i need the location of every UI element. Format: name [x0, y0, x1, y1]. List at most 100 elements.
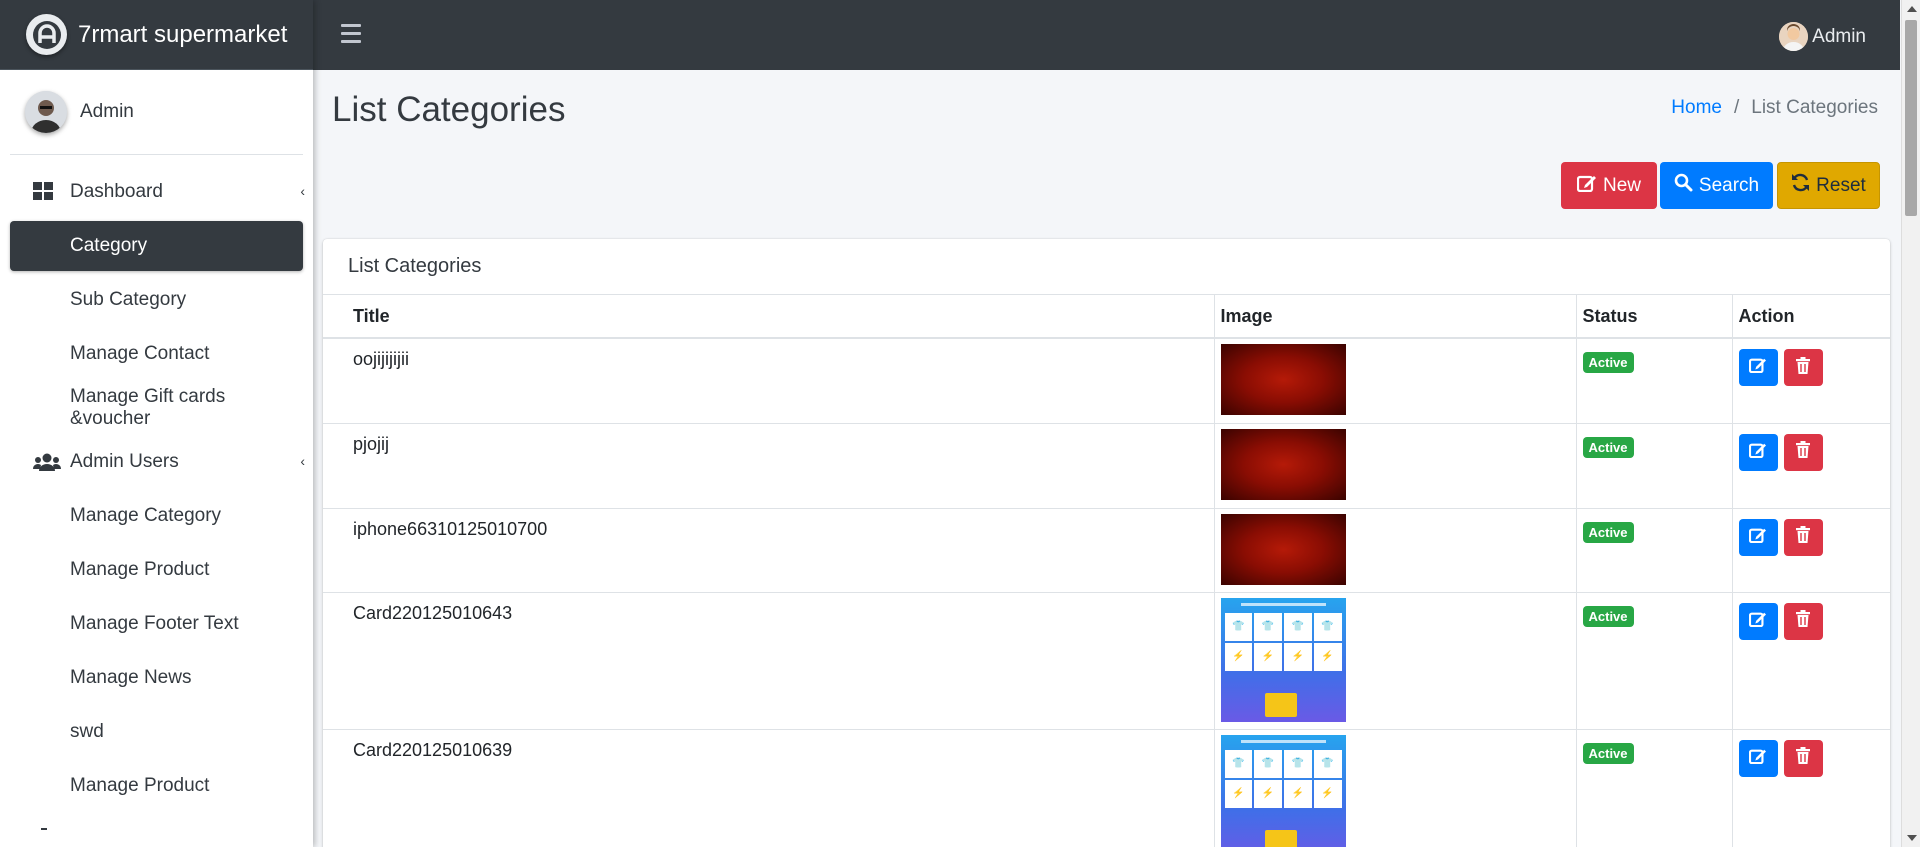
reset-button[interactable]: Reset: [1777, 162, 1880, 209]
status-badge: Active: [1582, 436, 1634, 458]
a-logo-icon: [26, 14, 67, 55]
page-scrollbar[interactable]: [1901, 0, 1920, 847]
trash-icon: [1796, 441, 1810, 463]
categories-table: Title Image Status Action oojijijijii Ac…: [323, 295, 1890, 847]
cell-image: 👕 👕 👕 👕 ⚡ ⚡ ⚡ ⚡: [1213, 728, 1576, 847]
breadcrumb-home-link[interactable]: Home: [1671, 97, 1722, 119]
sidebar-item-manage-footer-text[interactable]: Manage Footer Text: [10, 599, 303, 649]
trash-icon: [1796, 747, 1810, 769]
sidebar-user-name: Admin: [80, 101, 134, 122]
table-row: pjojij Active: [323, 422, 1890, 508]
delete-button[interactable]: [1783, 518, 1823, 556]
new-button[interactable]: New: [1561, 162, 1657, 209]
sidebar-item-label: Dashboard: [70, 181, 163, 202]
status-badge: Active: [1582, 521, 1634, 543]
sidebar-item-label: Manage News: [70, 667, 192, 688]
edit-button[interactable]: [1738, 518, 1778, 556]
categories-card: List Categories Title Image Status Actio…: [323, 239, 1890, 847]
menu-toggle-icon[interactable]: [341, 24, 361, 43]
card-title: List Categories: [323, 239, 1890, 295]
sidebar-item-manage-category[interactable]: Manage Category: [10, 491, 303, 541]
sidebar-item-admin-users[interactable]: Admin Users ‹: [10, 437, 305, 487]
sidebar-item-manage-product-2[interactable]: Manage Product: [10, 761, 303, 811]
reset-button-label: Reset: [1816, 174, 1866, 196]
cell-image: [1213, 507, 1576, 592]
cell-status: Active: [1575, 728, 1732, 847]
column-header-title[interactable]: Title: [323, 295, 1214, 339]
sidebar-item-swd[interactable]: swd: [10, 707, 303, 757]
cell-status: Active: [1575, 337, 1732, 423]
delete-button[interactable]: [1783, 602, 1823, 640]
table-header-row: Title Image Status Action: [323, 295, 1890, 339]
cell-status: Active: [1575, 591, 1732, 729]
edit-icon: [1748, 527, 1767, 548]
table-row: Card220125010643 👕 👕 👕 👕 ⚡ ⚡ ⚡ ⚡ Active: [323, 591, 1890, 729]
trash-icon: [1796, 526, 1810, 548]
delete-button[interactable]: [1783, 739, 1823, 777]
scroll-down-icon[interactable]: [1907, 835, 1917, 841]
breadcrumb-current: List Categories: [1751, 97, 1878, 118]
cell-title: Card220125010639: [323, 728, 1214, 847]
category-image: 👕 👕 👕 👕 ⚡ ⚡ ⚡ ⚡: [1220, 597, 1346, 722]
cell-action: [1731, 507, 1890, 592]
cell-action: [1731, 337, 1890, 423]
sidebar-item-category[interactable]: Category: [10, 221, 303, 271]
cell-title: pjojij: [323, 422, 1214, 508]
cell-title: iphone66310125010700: [323, 507, 1214, 592]
delete-button[interactable]: [1783, 433, 1823, 471]
cell-status: Active: [1575, 507, 1732, 592]
brand-link[interactable]: 7rmart supermarket: [0, 0, 313, 70]
edit-icon: [1748, 748, 1767, 769]
sidebar-item-label: swd: [70, 721, 104, 742]
partial-nav-item: [41, 828, 47, 830]
scrollbar-thumb[interactable]: [1905, 20, 1917, 216]
status-badge: Active: [1582, 742, 1634, 764]
edit-button[interactable]: [1738, 739, 1778, 777]
edit-button[interactable]: [1738, 349, 1778, 386]
edit-icon: [1748, 357, 1767, 378]
sidebar-nav: Dashboard ‹ Category Sub Category Manage…: [0, 155, 313, 811]
edit-button[interactable]: [1738, 602, 1778, 640]
cell-image: [1213, 337, 1576, 423]
user-menu[interactable]: Admin: [1779, 22, 1866, 51]
category-image: [1220, 513, 1346, 585]
scroll-up-icon[interactable]: [1907, 6, 1917, 12]
brand-name: 7rmart supermarket: [78, 20, 288, 48]
table-row: Card220125010639 👕 👕 👕 👕 ⚡ ⚡ ⚡ ⚡ Active: [323, 728, 1890, 847]
column-header-status[interactable]: Status: [1575, 295, 1732, 339]
sidebar-item-label: Admin Users: [70, 451, 179, 472]
top-user-name: Admin: [1812, 25, 1866, 47]
cell-image: 👕 👕 👕 👕 ⚡ ⚡ ⚡ ⚡: [1213, 591, 1576, 729]
table-row: oojijijijii Active: [323, 337, 1890, 423]
sidebar-item-dashboard[interactable]: Dashboard ‹: [10, 167, 305, 217]
sidebar-item-manage-news[interactable]: Manage News: [10, 653, 303, 703]
sidebar-item-label: Category: [70, 235, 148, 256]
category-image: 👕 👕 👕 👕 ⚡ ⚡ ⚡ ⚡: [1220, 734, 1346, 847]
category-image: [1220, 428, 1346, 500]
edit-button[interactable]: [1738, 433, 1778, 471]
sidebar-item-sub-category[interactable]: Sub Category: [10, 275, 303, 325]
refresh-icon: [1791, 173, 1810, 198]
cell-action: [1731, 422, 1890, 508]
sidebar-item-manage-gift-cards[interactable]: Manage Gift cards &voucher: [10, 383, 303, 433]
top-navbar: Admin: [313, 0, 1900, 70]
delete-button[interactable]: [1783, 349, 1823, 386]
cell-action: [1731, 728, 1890, 847]
column-header-image[interactable]: Image: [1213, 295, 1576, 339]
sidebar-user-panel[interactable]: Admin: [10, 70, 303, 155]
chevron-left-icon: ‹: [300, 453, 305, 469]
sidebar-item-label: Manage Gift cards &voucher: [70, 386, 226, 429]
search-button[interactable]: Search: [1660, 162, 1773, 209]
users-icon: [33, 452, 61, 472]
avatar: [1779, 22, 1809, 51]
breadcrumb-separator: /: [1733, 97, 1740, 118]
sidebar: 7rmart supermarket Admin Dashboard ‹ Cat…: [0, 0, 313, 847]
edit-icon: [1748, 442, 1767, 463]
trash-icon: [1796, 356, 1810, 379]
sidebar-item-manage-product[interactable]: Manage Product: [10, 545, 303, 595]
dashboard-icon: [33, 182, 57, 202]
sidebar-item-label: Manage Product: [70, 775, 210, 796]
page-title: List Categories: [332, 90, 566, 129]
new-button-label: New: [1602, 174, 1641, 196]
sidebar-item-manage-contact[interactable]: Manage Contact: [10, 329, 303, 379]
